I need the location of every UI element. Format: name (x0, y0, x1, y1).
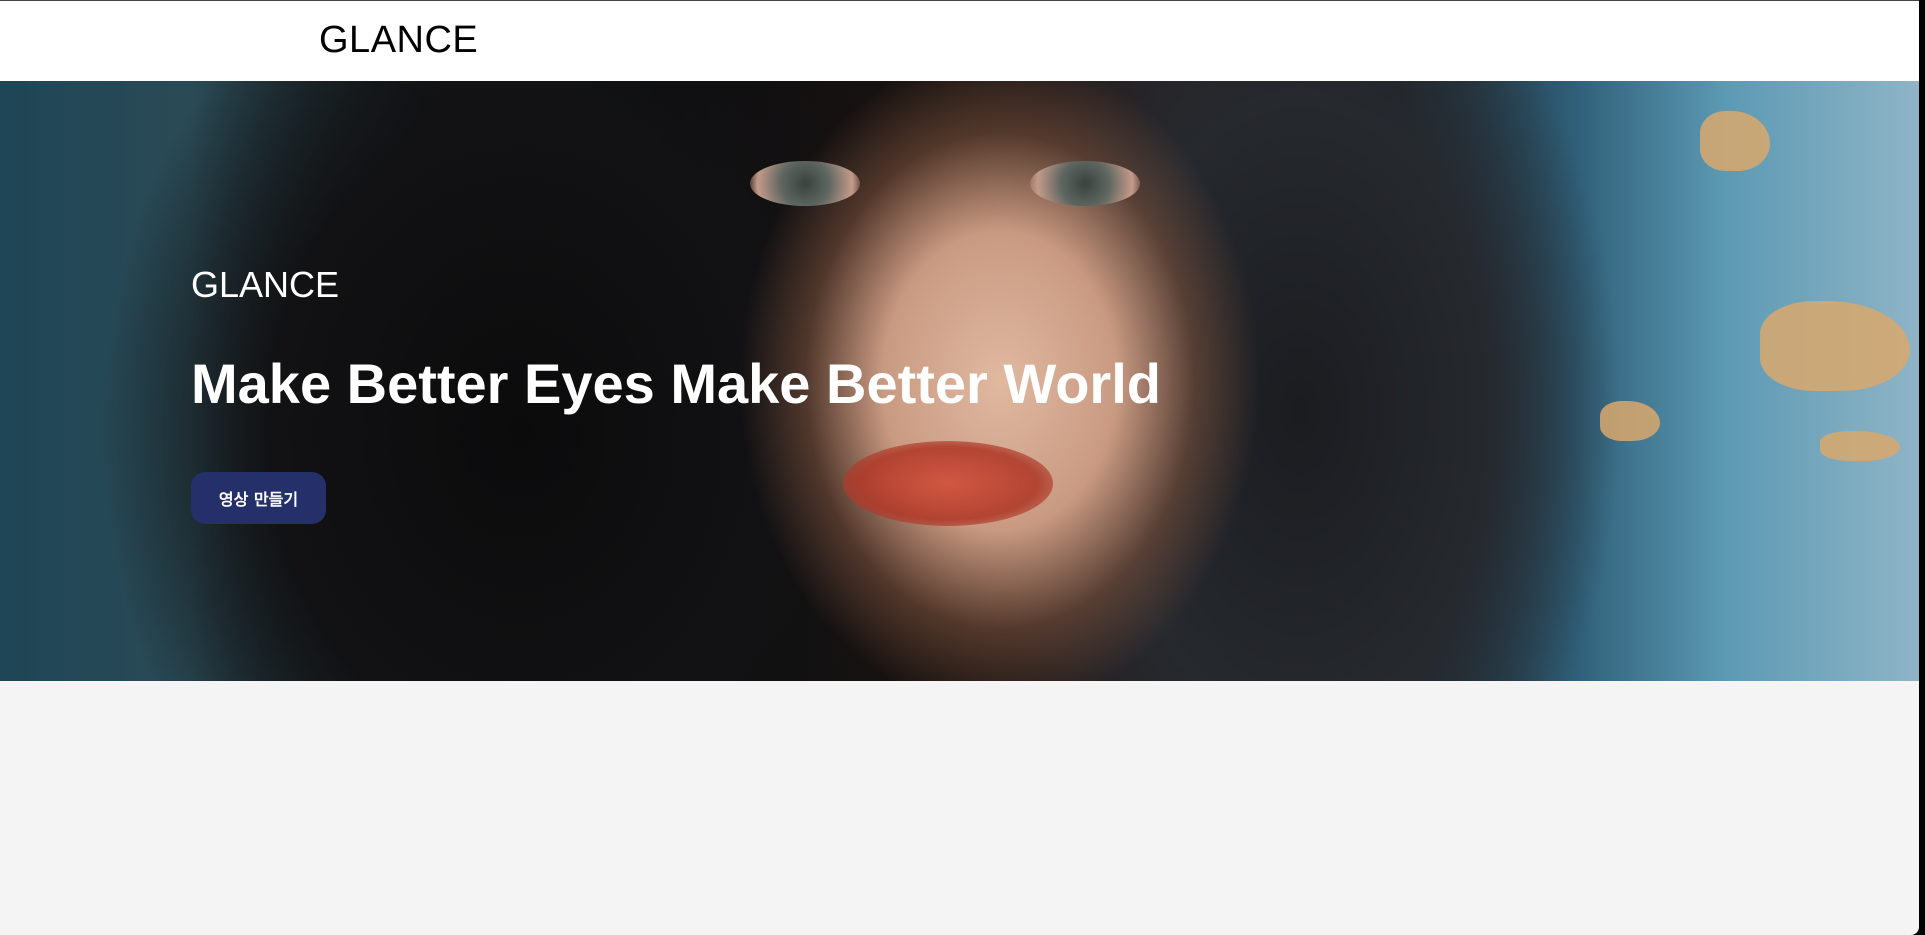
painting-eye-left (750, 161, 860, 206)
hero-subtitle: GLANCE (191, 264, 340, 305)
painting-detail (1760, 301, 1910, 391)
hero-banner: GLANCE Make Better Eyes Make Better Worl… (0, 81, 1919, 681)
site-header: GLANCE (0, 1, 1919, 81)
create-video-button[interactable]: 영상 만들기 (191, 472, 326, 524)
painting-eye-right (1030, 161, 1140, 206)
painting-lips (843, 441, 1053, 526)
painting-detail (1700, 111, 1770, 171)
painting-detail (1820, 431, 1900, 461)
header-logo[interactable]: GLANCE (319, 19, 478, 62)
page: GLANCE GLANCE Make Better Eyes Make Bett… (0, 0, 1919, 935)
hero-title: Make Better Eyes Make Better World (191, 352, 1161, 415)
painting-detail (1600, 401, 1660, 441)
